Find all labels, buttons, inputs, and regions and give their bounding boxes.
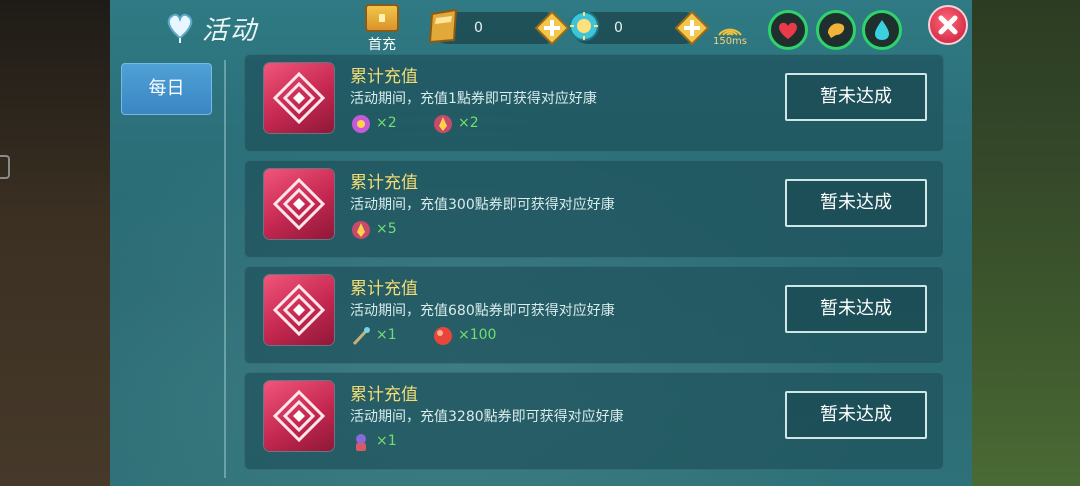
crystal-value: 0	[614, 20, 623, 36]
purple-gem-icon	[350, 113, 372, 135]
claim-status-button[interactable]: 暂未达成	[785, 73, 927, 121]
health-button[interactable]	[768, 10, 808, 50]
heart-icon	[779, 22, 797, 39]
background-left	[0, 0, 110, 486]
claim-status-button[interactable]: 暂未达成	[785, 179, 927, 227]
page-title: 活动	[202, 16, 259, 46]
claim-status-button[interactable]: 暂未达成	[785, 285, 927, 333]
reward-count: ×2	[458, 115, 479, 131]
tab-daily[interactable]: 每日	[121, 63, 212, 115]
first-charge-button[interactable]: 首充	[360, 4, 404, 53]
activity-description: 活动期间，充值3280點券即可获得对应好康	[350, 409, 624, 425]
background-right	[968, 0, 1080, 486]
water-drop-icon	[875, 20, 889, 40]
activity-description: 活动期间，充值300點券即可获得对应好康	[350, 197, 615, 213]
activity-title: 累计充值	[350, 173, 418, 193]
add-crystal-button[interactable]	[674, 10, 710, 46]
reward-count: ×1	[376, 327, 397, 343]
heart-balloon-icon	[162, 8, 198, 44]
activity-title: 累计充值	[350, 279, 418, 299]
red-orb-icon	[432, 325, 454, 347]
water-button[interactable]	[862, 10, 902, 50]
network-ping: 150ms	[710, 22, 750, 47]
reward-count: ×2	[376, 115, 397, 131]
activity-description: 活动期间，充值680點券即可获得对应好康	[350, 303, 615, 319]
currency-gold: 0	[428, 8, 570, 46]
treasure-chest-icon	[365, 4, 399, 32]
activity-card: 累计充值 活动期间，充值680點券即可获得对应好康 ×1 ×100 暂未达成	[244, 266, 944, 364]
recharge-gem-icon	[264, 169, 334, 239]
reward-count: ×100	[458, 327, 497, 343]
red-flame-icon	[350, 219, 372, 241]
activity-card: 累计充值 活动期间，充值300點券即可获得对应好康 ×5 暂未达成	[244, 160, 944, 258]
top-bar: 活动 首充 0 0 150ms	[110, 0, 972, 56]
staff-icon	[350, 325, 372, 347]
first-charge-label: 首充	[368, 37, 396, 53]
signal-icon	[717, 22, 743, 36]
close-icon	[938, 15, 958, 35]
sun-crystal-icon	[564, 6, 604, 46]
recharge-gem-icon	[264, 381, 334, 451]
recharge-gem-icon	[264, 63, 334, 133]
gold-value: 0	[474, 20, 483, 36]
activity-title: 累计充值	[350, 67, 418, 87]
hunger-button[interactable]	[816, 10, 856, 50]
activity-title: 累计充值	[350, 385, 418, 405]
red-flame-icon	[432, 113, 454, 135]
gold-ticket-icon	[424, 6, 464, 46]
sidebar-divider	[224, 60, 226, 478]
reward-count: ×1	[376, 433, 397, 449]
left-edge-handle[interactable]	[0, 155, 10, 179]
currency-crystal: 0	[569, 10, 710, 46]
close-button[interactable]	[928, 5, 968, 45]
activity-card: 累计充值 活动期间，充值3280點券即可获得对应好康 ×1 暂未达成	[244, 372, 944, 470]
pet-figure-icon	[350, 431, 372, 453]
activity-panel: 活动 首充 0 0 150ms 每日 累计充值 活动期间，充值1點券即可获得对应…	[110, 0, 972, 486]
ping-value: 150ms	[712, 36, 748, 47]
claim-status-button[interactable]: 暂未达成	[785, 391, 927, 439]
recharge-gem-icon	[264, 275, 334, 345]
activity-card: 累计充值 活动期间，充值1點券即可获得对应好康 ×2 ×2 暂未达成	[244, 54, 944, 152]
activity-description: 活动期间，充值1點券即可获得对应好康	[350, 91, 597, 107]
reward-count: ×5	[376, 221, 397, 237]
drumstick-icon	[828, 23, 845, 38]
